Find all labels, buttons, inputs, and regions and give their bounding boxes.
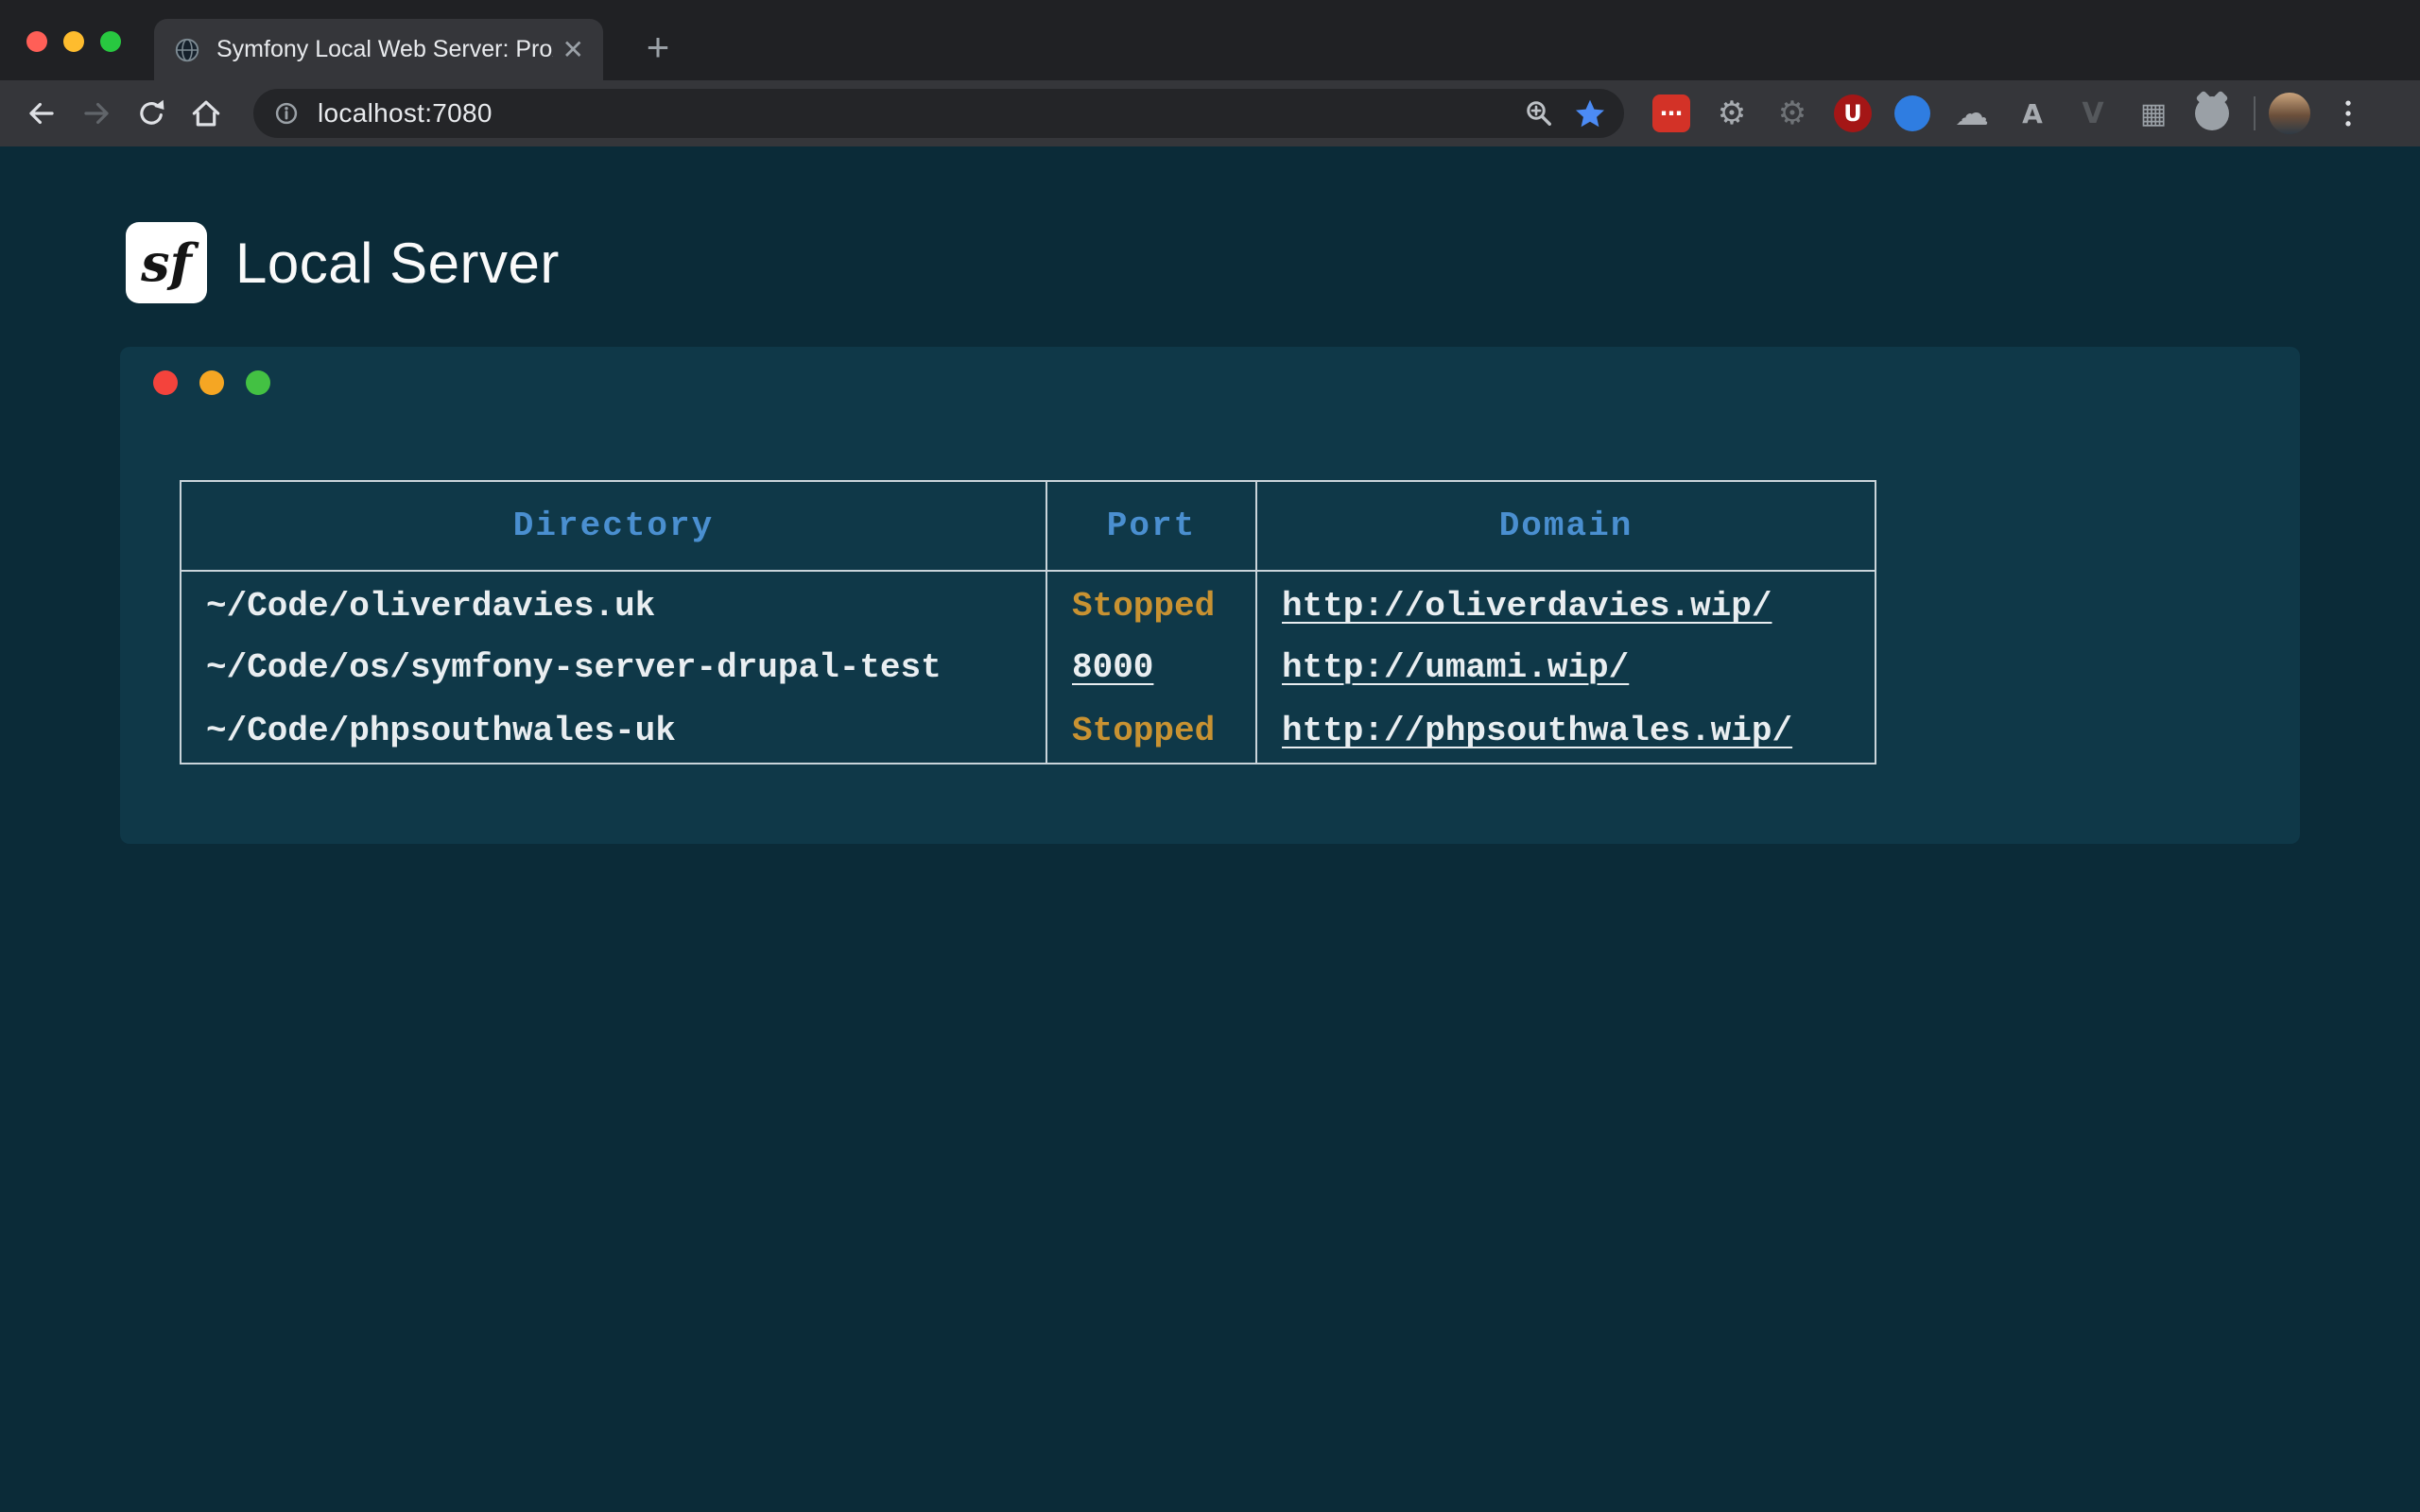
blue-circle-extension-icon[interactable]: [1894, 95, 1930, 131]
gear-dark-extension-icon[interactable]: ⚙: [1773, 94, 1811, 132]
domain-link[interactable]: http://umami.wip/: [1282, 648, 1629, 687]
port-status: Stopped: [1072, 587, 1215, 626]
ublock-extension-icon[interactable]: U: [1834, 94, 1872, 132]
window-close-button[interactable]: [26, 31, 47, 52]
domain-cell: http://oliverdavies.wip/: [1256, 571, 1876, 635]
cloud-extension-icon[interactable]: ☁: [1953, 94, 1991, 132]
domain-cell: http://umami.wip/: [1256, 635, 1876, 699]
domain-link[interactable]: http://phpsouthwales.wip/: [1282, 712, 1792, 750]
symfony-logo: sf: [126, 222, 207, 303]
table-row: ~/Code/os/symfony-server-drupal-test 800…: [181, 635, 1876, 699]
domain-cell: http://phpsouthwales.wip/: [1256, 699, 1876, 764]
gear-light-extension-icon[interactable]: ⚙: [1713, 94, 1751, 132]
port-cell: Stopped: [1046, 571, 1256, 635]
kebab-menu-icon: [2329, 93, 2367, 134]
directory-cell: ~/Code/os/symfony-server-drupal-test: [181, 635, 1046, 699]
site-info-icon[interactable]: [270, 97, 302, 129]
page-body: sf Local Server Directory Port Domain ~/…: [0, 146, 2420, 1512]
bookmark-star-icon[interactable]: [1573, 96, 1607, 130]
toolbar-separator: [2254, 96, 2256, 130]
browser-toolbar: localhost:7080 ⋯ ⚙ ⚙ U ☁ A V ▦: [0, 80, 2420, 146]
reload-button[interactable]: [130, 93, 172, 134]
home-button[interactable]: [185, 93, 227, 134]
browser-menu-button[interactable]: [2329, 93, 2367, 134]
letter-a-extension-icon[interactable]: A: [2014, 94, 2051, 132]
panel-window-dots: [153, 370, 270, 395]
letter-v-extension-icon[interactable]: V: [2074, 94, 2112, 132]
new-tab-button[interactable]: +: [631, 21, 684, 74]
tab-title: Symfony Local Web Server: Prox: [216, 36, 553, 63]
directory-cell: ~/Code/phpsouthwales-uk: [181, 699, 1046, 764]
table-header-row: Directory Port Domain: [181, 481, 1876, 571]
back-button[interactable]: [21, 93, 62, 134]
server-table: Directory Port Domain ~/Code/oliverdavie…: [180, 480, 1876, 765]
extensions-bar: ⋯ ⚙ ⚙ U ☁ A V ▦: [1652, 94, 2229, 132]
domain-link[interactable]: http://oliverdavies.wip/: [1282, 587, 1772, 626]
panel-green-dot: [246, 370, 270, 395]
forward-button[interactable]: [76, 93, 117, 134]
column-header-directory: Directory: [181, 481, 1046, 571]
server-panel: Directory Port Domain ~/Code/oliverdavie…: [120, 347, 2300, 844]
directory-cell: ~/Code/oliverdavies.uk: [181, 571, 1046, 635]
panel-red-dot: [153, 370, 178, 395]
port-cell: Stopped: [1046, 699, 1256, 764]
symfony-logo-text: sf: [141, 232, 192, 293]
column-header-port: Port: [1046, 481, 1256, 571]
table-row: ~/Code/phpsouthwales-uk Stopped http://p…: [181, 699, 1876, 764]
zoom-icon[interactable]: [1522, 96, 1556, 130]
window-zoom-button[interactable]: [100, 31, 121, 52]
page-title: Local Server: [235, 231, 560, 296]
home-icon: [188, 95, 224, 131]
octocat-extension-icon[interactable]: [2195, 96, 2229, 130]
browser-tab[interactable]: Symfony Local Web Server: Prox ✕: [154, 19, 603, 80]
port-link[interactable]: 8000: [1072, 648, 1153, 687]
forward-arrow-icon: [78, 95, 114, 131]
window-controls: [26, 31, 121, 52]
tab-favicon-globe-icon: [173, 36, 201, 64]
address-bar[interactable]: localhost:7080: [253, 89, 1624, 138]
window-minimize-button[interactable]: [63, 31, 84, 52]
table-row: ~/Code/oliverdavies.uk Stopped http://ol…: [181, 571, 1876, 635]
browser-tab-strip: Symfony Local Web Server: Prox ✕ +: [0, 0, 2420, 80]
panel-orange-dot: [199, 370, 224, 395]
back-arrow-icon: [24, 95, 60, 131]
tab-close-icon[interactable]: ✕: [562, 37, 584, 63]
red-dots-extension-icon[interactable]: ⋯: [1652, 94, 1690, 132]
column-header-domain: Domain: [1256, 481, 1876, 571]
brand-header: sf Local Server: [126, 222, 560, 303]
grid-extension-icon[interactable]: ▦: [2135, 94, 2172, 132]
url-text[interactable]: localhost:7080: [318, 98, 1522, 129]
profile-avatar[interactable]: [2269, 93, 2310, 134]
port-cell: 8000: [1046, 635, 1256, 699]
port-status: Stopped: [1072, 712, 1215, 750]
reload-icon: [133, 95, 169, 131]
